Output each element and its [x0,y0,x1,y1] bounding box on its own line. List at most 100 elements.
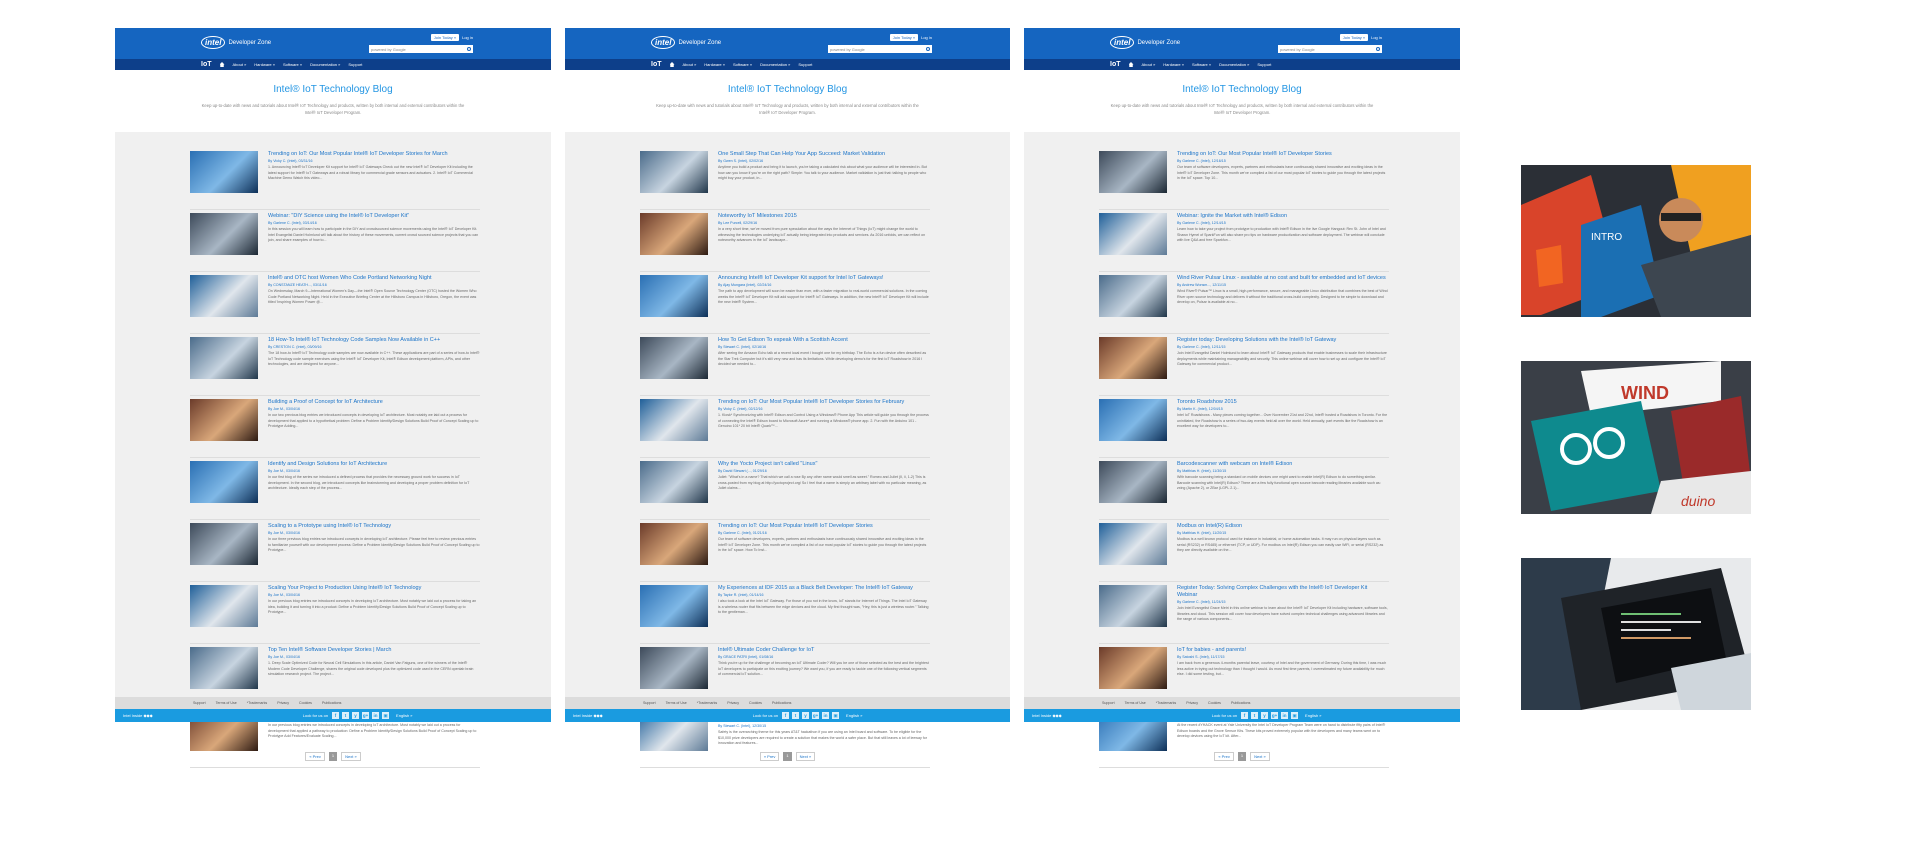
post-byline[interactable]: By Joe M., 03/04/16 [268,469,480,473]
nav-about[interactable]: About » [683,62,697,67]
nav-software[interactable]: Software » [1192,62,1211,67]
post-byline[interactable]: By Ajay Mungara (Intel), 02/24/16 [718,283,930,287]
post-byline[interactable]: By Lee Purcell, 02/29/16 [718,221,930,225]
post-title[interactable]: Register Today: Solving Complex Challeng… [1177,585,1389,599]
home-icon[interactable] [1128,62,1134,67]
post-title[interactable]: Building a Proof of Concept for IoT Arch… [268,399,480,406]
post-title[interactable]: Scaling to a Prototype using Intel® IoT … [268,523,480,530]
search-icon[interactable] [467,47,471,51]
post-byline[interactable]: By Andrew Wonsm..., 12/11/15 [1177,283,1389,287]
search-input[interactable]: powered by Google [369,45,473,53]
post-byline[interactable]: By Vicky C. (Intel), 02/12/16 [718,407,930,411]
post-thumbnail[interactable] [190,151,258,193]
post-thumbnail[interactable] [190,523,258,565]
nav-software[interactable]: Software » [283,62,302,67]
current-page[interactable]: 1 [1237,752,1247,761]
twitter-icon[interactable]: t [792,712,800,719]
footer-link-privacy[interactable]: Privacy [1186,701,1198,705]
nav-documentation[interactable]: Documentation » [310,62,340,67]
post-thumbnail[interactable] [640,337,708,379]
post-thumbnail[interactable] [1099,399,1167,441]
post-thumbnail[interactable] [640,585,708,627]
post-thumbnail[interactable] [1099,213,1167,255]
footer-link-support[interactable]: Support [1102,701,1115,705]
post-thumbnail[interactable] [640,275,708,317]
post-byline[interactable]: By Vicky C. (Intel), 03/31/16 [268,159,480,163]
nav-iot[interactable]: IoT [201,61,212,68]
post-byline[interactable]: By Gwen S. (Intel), 02/02/16 [718,159,930,163]
post-title[interactable]: Register today: Developing Solutions wit… [1177,337,1389,344]
post-title[interactable]: Announcing Intel® IoT Developer Kit supp… [718,275,930,282]
login-link[interactable]: Log in [1371,35,1382,40]
youtube-icon[interactable]: y [802,712,810,719]
twitter-icon[interactable]: t [1251,712,1259,719]
youtube-icon[interactable]: y [1261,712,1269,719]
twitter-icon[interactable]: t [342,712,350,719]
nav-support[interactable]: Support [348,62,362,67]
post-title[interactable]: Trending on IoT: Our Most Popular Intel®… [718,399,930,406]
home-icon[interactable] [219,62,225,67]
post-thumbnail[interactable] [1099,523,1167,565]
footer-link-trademarks[interactable]: *Trademarks [697,701,717,705]
post-thumbnail[interactable] [1099,461,1167,503]
rss-icon[interactable]: ▣ [382,712,390,719]
post-title[interactable]: Top Ten Intel® Software Developer Storie… [268,647,480,654]
rss-icon[interactable]: ▣ [832,712,840,719]
post-thumbnail[interactable] [1099,337,1167,379]
footer-link-support[interactable]: Support [643,701,656,705]
post-thumbnail[interactable] [1099,585,1167,627]
nav-about[interactable]: About » [233,62,247,67]
post-thumbnail[interactable] [190,461,258,503]
post-title[interactable]: Noteworthy IoT Milestones 2015 [718,213,930,220]
linkedin-icon[interactable]: in [822,712,830,719]
nav-about[interactable]: About » [1142,62,1156,67]
post-byline[interactable]: By Stewart C. (Intel), 02/16/16 [718,345,930,349]
post-byline[interactable]: By CRESTON C. (Intel), 03/09/16 [268,345,480,349]
next-page-button[interactable]: Next » [1250,752,1270,761]
post-thumbnail[interactable] [640,151,708,193]
footer-link-publications[interactable]: Publications [322,701,341,705]
nav-hardware[interactable]: Hardware » [1163,62,1184,67]
nav-documentation[interactable]: Documentation » [760,62,790,67]
post-title[interactable]: Identify and Design Solutions for IoT Ar… [268,461,480,468]
post-title[interactable]: 18 How-To Intel® IoT Technology Code Sam… [268,337,480,344]
search-icon[interactable] [926,47,930,51]
intel-logo[interactable]: intel Developer Zone [201,36,271,49]
post-byline[interactable]: By Garlene C. (Intel), 03/14/16 [268,221,480,225]
post-title[interactable]: Toronto Roadshow 2015 [1177,399,1389,406]
footer-link-publications[interactable]: Publications [772,701,791,705]
google-plus-icon[interactable]: g+ [1271,712,1279,719]
post-thumbnail[interactable] [190,585,258,627]
post-byline[interactable]: By Matthias H. (Intel), 11/20/15 [1177,531,1389,535]
post-title[interactable]: Intel® and OTC host Women Who Code Portl… [268,275,480,282]
post-title[interactable]: Trending on IoT: Our Most Popular Intel®… [1177,151,1389,158]
post-thumbnail[interactable] [640,399,708,441]
post-title[interactable]: How To Get Edison To espeak With a Scott… [718,337,930,344]
post-thumbnail[interactable] [640,213,708,255]
post-byline[interactable]: By Joe M., 03/04/16 [268,593,480,597]
footer-link-trademarks[interactable]: *Trademarks [247,701,267,705]
prev-page-button[interactable]: « Prev [305,752,325,761]
post-title[interactable]: Wind River Pulsar Linux - available at n… [1177,275,1389,282]
post-byline[interactable]: By Taylor R. (Intel), 01/14/16 [718,593,930,597]
nav-hardware[interactable]: Hardware » [254,62,275,67]
facebook-icon[interactable]: f [332,712,340,719]
post-byline[interactable]: By Garlene C. (Intel), 12/16/15 [1177,159,1389,163]
post-byline[interactable]: By Garlene C. (Intel), 11/24/15 [1177,600,1389,604]
post-title[interactable]: Intel® Ultimate Coder Challenge for IoT [718,647,930,654]
post-byline[interactable]: By GRACE PATRI (Intel), 01/08/16 [718,655,930,659]
language-selector[interactable]: English » [396,713,412,718]
post-thumbnail[interactable] [640,461,708,503]
post-title[interactable]: Webinar: "DIY Science using the Intel® I… [268,213,480,220]
post-byline[interactable]: By Garlene C. (Intel), 12/14/15 [1177,221,1389,225]
post-thumbnail[interactable] [1099,647,1167,689]
post-title[interactable]: Scaling Your Project to Production Using… [268,585,480,592]
post-byline[interactable]: By Joe M., 03/04/16 [268,531,480,535]
post-byline[interactable]: By CONSTANZE HEATH..., 03/11/16 [268,283,480,287]
post-title[interactable]: Webinar: Ignite the Market with Intel® E… [1177,213,1389,220]
post-thumbnail[interactable] [640,523,708,565]
join-today-button[interactable]: Join Today » [430,34,460,41]
post-byline[interactable]: By Garlene C. (Intel), 01/21/16 [718,531,930,535]
footer-link-cookies[interactable]: Cookies [1208,701,1221,705]
linkedin-icon[interactable]: in [1281,712,1289,719]
